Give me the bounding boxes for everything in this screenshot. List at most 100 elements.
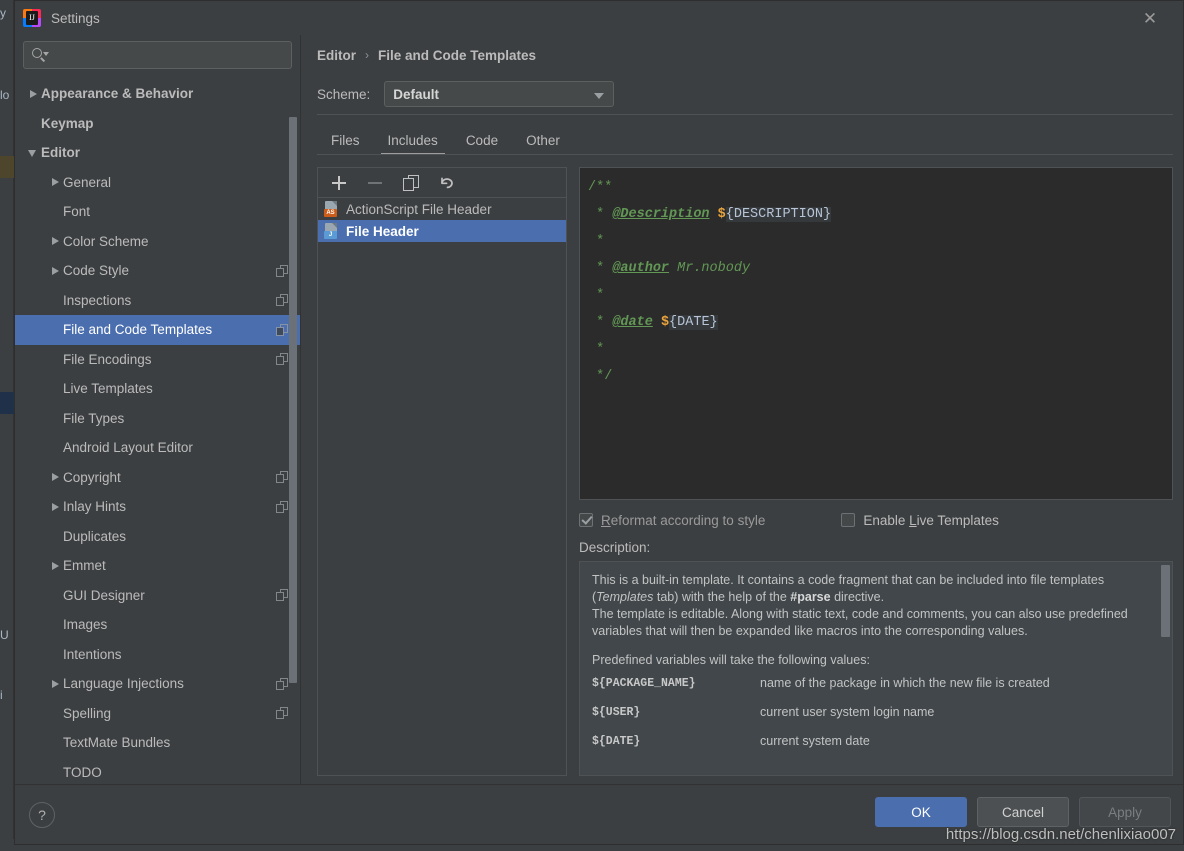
dialog-body: Appearance & Behavior Keymap Editor General… — [15, 35, 1183, 784]
sidebar-item-textmate-bundles[interactable]: TextMate Bundles — [15, 728, 300, 758]
background-highlight-band-2 — [0, 392, 14, 414]
content-split: AS ActionScript File Header J File Header /… — [317, 155, 1173, 784]
remove-template-icon[interactable] — [366, 174, 384, 192]
chevron-right-icon[interactable] — [47, 469, 63, 485]
copy-template-icon[interactable] — [402, 174, 420, 192]
file-template-icon: J — [324, 223, 339, 239]
template-list-item[interactable]: J File Header — [318, 220, 566, 242]
variable-description: name of the package in which the new fil… — [760, 676, 1050, 690]
chevron-right-icon[interactable] — [47, 174, 63, 190]
code-token: * — [588, 288, 605, 303]
project-scope-icon — [276, 294, 288, 307]
variable-name: ${PACKAGE_NAME} — [592, 677, 696, 690]
sidebar-item-todo[interactable]: TODO — [15, 758, 300, 785]
settings-tree[interactable]: Appearance & Behavior Keymap Editor General… — [15, 77, 300, 784]
sidebar-item-images[interactable]: Images — [15, 610, 300, 640]
options-row: Reformat according to style Enable Live … — [579, 500, 1173, 532]
live-templates-checkbox[interactable] — [841, 513, 856, 527]
add-template-icon[interactable] — [330, 174, 348, 192]
ok-button[interactable]: OK — [875, 797, 967, 827]
tab-includes[interactable]: Includes — [374, 133, 452, 155]
description-paragraph-1: This is a built-in template. It contains… — [592, 573, 1105, 604]
chevron-right-icon[interactable] — [47, 676, 63, 692]
sidebar-item-live-templates[interactable]: Live Templates — [15, 374, 300, 404]
settings-sidebar: Appearance & Behavior Keymap Editor General… — [15, 35, 301, 784]
description-paragraph-3: Predefined variables will take the follo… — [592, 653, 870, 667]
description-paragraph-2: The template is editable. Along with sta… — [592, 607, 1128, 638]
sidebar-item-gui-designer[interactable]: GUI Designer — [15, 581, 300, 611]
intellij-idea-icon: IJ — [23, 9, 41, 27]
template-code-editor[interactable]: /** * @Description ${DESCRIPTION} * * @a… — [579, 167, 1173, 500]
sidebar-item-code-style[interactable]: Code Style — [15, 256, 300, 286]
sidebar-item-general[interactable]: General — [15, 168, 300, 198]
breadcrumb-parent[interactable]: Editor — [317, 48, 356, 63]
sidebar-item-label: Copyright — [63, 469, 121, 485]
sidebar-item-label: Language Injections — [63, 676, 184, 692]
sidebar-item-appearance-behavior[interactable]: Appearance & Behavior — [15, 79, 300, 109]
sidebar-item-inspections[interactable]: Inspections — [15, 286, 300, 316]
reset-template-icon[interactable] — [438, 174, 456, 192]
sidebar-item-file-encodings[interactable]: File Encodings — [15, 345, 300, 375]
scheme-row: Scheme: Default — [317, 75, 1173, 113]
settings-dialog: IJ Settings ✕ Appearance & Behavior Keyma… — [14, 0, 1184, 845]
description-scrollbar-thumb[interactable] — [1161, 565, 1170, 637]
sidebar-item-emmet[interactable]: Emmet — [15, 551, 300, 581]
chevron-right-icon[interactable] — [25, 86, 41, 102]
tab-other[interactable]: Other — [512, 133, 574, 155]
sidebar-item-label: File and Code Templates — [63, 322, 213, 338]
sidebar-item-editor[interactable]: Editor — [15, 138, 300, 168]
sidebar-item-font[interactable]: Font — [15, 197, 300, 227]
sidebar-item-intentions[interactable]: Intentions — [15, 640, 300, 670]
template-editor-column: /** * @Description ${DESCRIPTION} * * @a… — [579, 167, 1173, 776]
chevron-down-icon[interactable] — [25, 145, 41, 161]
live-templates-checkbox-group[interactable]: Enable Live Templates — [841, 513, 999, 528]
sidebar-item-copyright[interactable]: Copyright — [15, 463, 300, 493]
sidebar-item-file-types[interactable]: File Types — [15, 404, 300, 434]
footer-button-group: OK Cancel Apply — [875, 797, 1171, 827]
close-icon[interactable]: ✕ — [1127, 1, 1173, 35]
sidebar-item-label: GUI Designer — [63, 587, 145, 603]
sidebar-item-file-and-code-templates[interactable]: File and Code Templates — [15, 315, 300, 345]
sidebar-item-keymap[interactable]: Keymap — [15, 109, 300, 139]
sidebar-scrollbar-thumb[interactable] — [289, 117, 297, 683]
project-scope-icon — [276, 471, 288, 484]
scheme-dropdown[interactable]: Default — [384, 81, 615, 107]
reformat-checkbox[interactable] — [579, 513, 593, 527]
sidebar-item-spelling[interactable]: Spelling — [15, 699, 300, 729]
breadcrumb: Editor › File and Code Templates — [317, 35, 1173, 75]
code-token: Mr.nobody — [669, 261, 751, 276]
template-list[interactable]: AS ActionScript File Header J File Header — [318, 198, 566, 775]
search-box[interactable] — [23, 41, 292, 69]
sidebar-item-android-layout-editor[interactable]: Android Layout Editor — [15, 433, 300, 463]
tab-underline — [317, 154, 1173, 155]
variable-description: current user system login name — [760, 705, 935, 719]
tab-files[interactable]: Files — [317, 133, 374, 155]
cancel-button[interactable]: Cancel — [977, 797, 1069, 827]
sidebar-item-label: Code Style — [63, 263, 130, 279]
template-list-toolbar — [318, 168, 566, 198]
sidebar-item-inlay-hints[interactable]: Inlay Hints — [15, 492, 300, 522]
help-button[interactable]: ? — [29, 801, 55, 828]
live-templates-checkbox-label: Enable Live Templates — [863, 512, 999, 528]
sidebar-item-duplicates[interactable]: Duplicates — [15, 522, 300, 552]
reformat-checkbox-group[interactable]: Reformat according to style — [579, 513, 765, 528]
sidebar-item-language-injections[interactable]: Language Injections — [15, 669, 300, 699]
chevron-right-icon[interactable] — [47, 263, 63, 279]
search-input[interactable] — [52, 47, 283, 63]
tab-code[interactable]: Code — [452, 133, 512, 155]
sidebar-item-color-scheme[interactable]: Color Scheme — [15, 227, 300, 257]
code-token: * — [588, 207, 613, 222]
chevron-right-icon[interactable] — [47, 233, 63, 249]
sidebar-item-label: Intentions — [63, 646, 122, 662]
sidebar-scrollbar-track[interactable] — [289, 75, 299, 776]
sidebar-item-label: Editor — [41, 145, 80, 161]
template-list-item[interactable]: AS ActionScript File Header — [318, 198, 566, 220]
chevron-right-icon[interactable] — [47, 558, 63, 574]
code-token: {DESCRIPTION} — [725, 207, 832, 222]
apply-button: Apply — [1079, 797, 1171, 827]
variable-row: ${USER} current user system login name — [592, 698, 1158, 727]
search-container — [15, 35, 300, 77]
chevron-right-icon[interactable] — [47, 499, 63, 515]
